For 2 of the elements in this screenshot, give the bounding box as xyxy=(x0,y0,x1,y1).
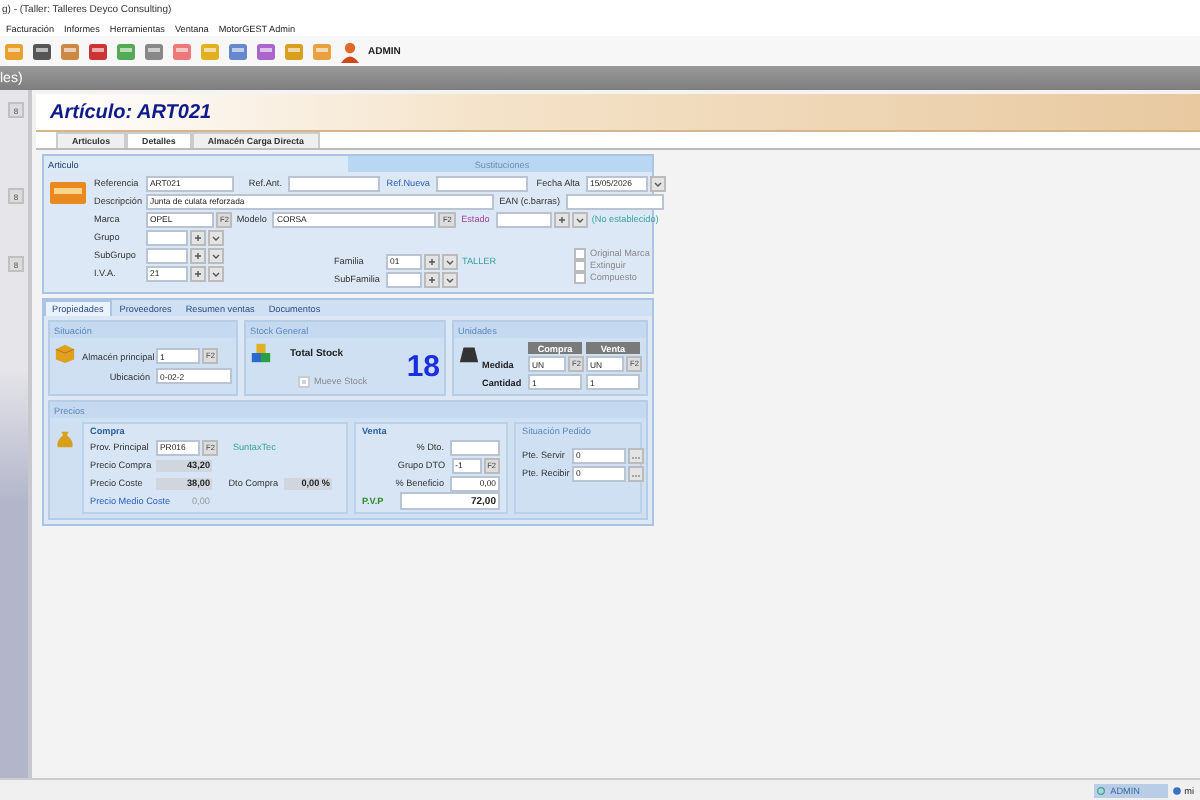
stock-total: 18 xyxy=(406,350,440,384)
page-title: Artículo: ART021 xyxy=(50,101,212,123)
